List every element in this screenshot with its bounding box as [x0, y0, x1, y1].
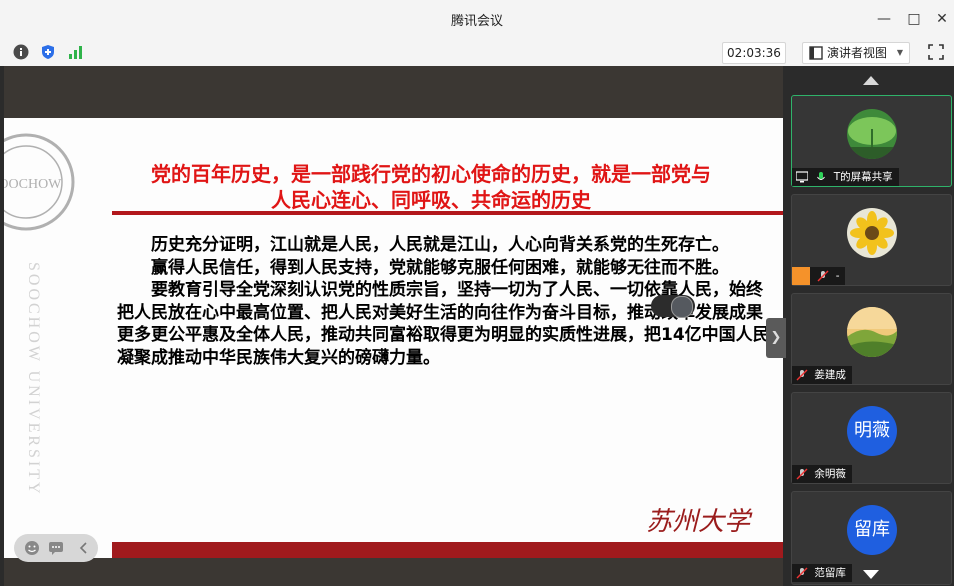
minimize-icon[interactable]: —	[873, 8, 895, 30]
microphone-muted-icon	[817, 270, 829, 282]
fullscreen-icon[interactable]	[928, 44, 944, 60]
slide-title-line1: 党的百年历史，是一部践行党的初心使命的历史，就是一部党与	[151, 162, 711, 186]
meeting-toolbar: 02:03:36 演讲者视图 ▼	[0, 38, 954, 67]
scroll-down-arrow-icon[interactable]	[863, 570, 879, 579]
emoji-icon[interactable]	[24, 540, 40, 556]
svg-text:苏州大学: 苏州大学	[646, 507, 753, 537]
slide-bottom-border	[4, 558, 783, 586]
chevron-left-icon[interactable]	[76, 540, 92, 556]
chevron-down-icon: ▼	[896, 48, 903, 57]
slide-title-line2: 人民心连心、同呼吸、共命运的历史	[271, 188, 591, 212]
close-icon[interactable]: ✕	[931, 8, 953, 30]
svg-text:SOOCHOW: SOOCHOW	[4, 177, 62, 192]
remote-cursor-indicator	[651, 295, 695, 318]
text-avatar: 明薇	[847, 406, 897, 456]
participant-label: 余明薇	[792, 465, 852, 483]
microphone-muted-icon	[796, 567, 808, 579]
participant-tile[interactable]: 姜建成	[791, 293, 952, 385]
university-seal-logo: SOOCHOW	[4, 133, 75, 231]
university-watermark: SOOCHOW UNIVERSITY	[25, 262, 42, 497]
screen-share-icon	[796, 171, 808, 183]
chat-icon[interactable]	[48, 540, 64, 556]
participant-label: 范留库	[792, 564, 852, 582]
participant-label: T的屏幕共享	[792, 168, 899, 186]
view-mode-dropdown[interactable]: 演讲者视图 ▼	[802, 42, 910, 64]
scroll-up-arrow-icon[interactable]	[863, 76, 879, 85]
participant-tile[interactable]: 明薇 余明薇	[791, 392, 952, 484]
collapse-sidebar-button[interactable]: ❯	[766, 318, 786, 358]
shield-icon[interactable]	[40, 44, 56, 60]
hills-avatar	[847, 307, 897, 357]
calligraphy-signature: 苏州大学	[646, 507, 753, 537]
user-icon	[792, 267, 810, 285]
info-icon[interactable]	[13, 44, 29, 60]
microphone-muted-icon	[796, 369, 808, 381]
participant-label: -	[792, 267, 846, 285]
sunflower-avatar	[847, 208, 897, 258]
presentation-slide: SOOCHOW SOOCHOW UNIVERSITY 党的百年历史，是一部践行党…	[4, 118, 783, 558]
meeting-timer: 02:03:36	[722, 42, 786, 64]
title-divider	[112, 211, 783, 215]
speaker-view-icon	[809, 46, 823, 60]
window-title: 腾讯会议	[450, 14, 503, 29]
slide-paragraph: 赢得人民信任，得到人民支持，党就能够克服任何困难，就能够无往而不胜。	[151, 257, 729, 278]
view-mode-label: 演讲者视图	[827, 46, 888, 60]
title-bar: 腾讯会议 — □ ✕	[0, 0, 954, 38]
leaf-avatar	[847, 109, 897, 159]
slide-top-border	[4, 66, 783, 118]
slide-paragraph: 要教育引导全党深刻认识党的性质宗旨，坚持一切为了人民、一切依靠人民，始终把人民放…	[117, 280, 770, 368]
participant-label: 姜建成	[792, 366, 852, 384]
participant-tile[interactable]: -	[791, 194, 952, 286]
signal-icon[interactable]	[68, 44, 84, 60]
slide-footer-bar	[112, 542, 783, 558]
microphone-muted-icon	[796, 468, 808, 480]
shared-screen: SOOCHOW SOOCHOW UNIVERSITY 党的百年历史，是一部践行党…	[0, 66, 786, 586]
maximize-icon[interactable]: □	[903, 8, 925, 30]
text-avatar: 留库	[847, 505, 897, 555]
slide-paragraph: 历史充分证明，江山就是人民，人民就是江山，人心向背关系党的生死存亡。	[151, 235, 729, 255]
microphone-on-icon	[817, 172, 826, 180]
participant-tile[interactable]: T的屏幕共享	[791, 95, 952, 187]
chat-controls	[14, 534, 98, 562]
